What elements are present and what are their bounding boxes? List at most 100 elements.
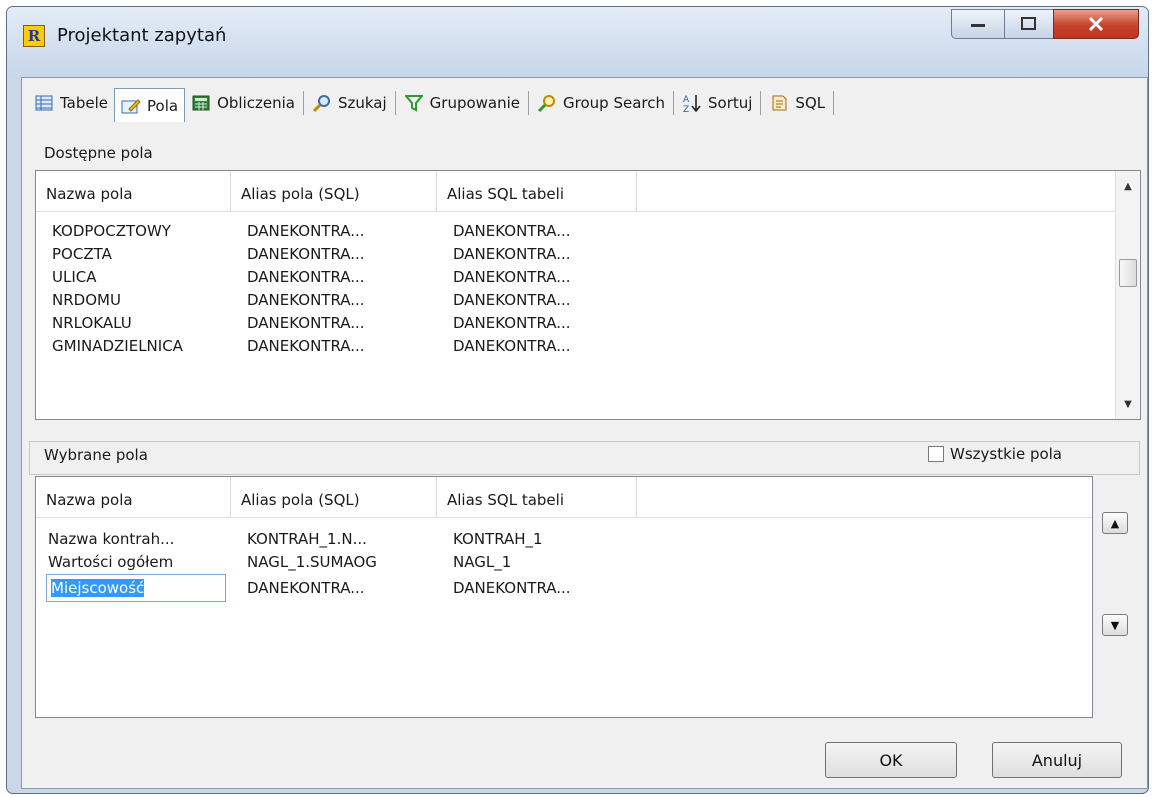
cell-table-alias: DANEKONTRA... xyxy=(453,244,571,263)
selected-fields-label: Wybrane pola xyxy=(44,446,148,464)
magnifier-icon xyxy=(312,94,332,112)
title-bar[interactable]: R Projektant zapytań xyxy=(7,7,1148,77)
tab-tabele[interactable]: Tabele xyxy=(28,88,114,118)
table-row-editing[interactable]: Miejscowość DANEKONTRA... DANEKONTRA... xyxy=(36,573,1092,603)
grid-header: Nazwa pola Alias pola (SQL) Alias SQL ta… xyxy=(36,171,1140,212)
arrow-up-icon: ▲ xyxy=(1110,516,1120,530)
cell-table-alias: DANEKONTRA... xyxy=(453,579,571,597)
field-name-edit-input[interactable]: Miejscowość xyxy=(46,574,226,602)
close-icon xyxy=(1088,16,1104,32)
move-down-button[interactable]: ▼ xyxy=(1102,614,1128,636)
toolbar-separator xyxy=(760,91,762,115)
column-header-field-name[interactable]: Nazwa pola xyxy=(36,477,231,517)
column-header-table-alias[interactable]: Alias SQL tabeli xyxy=(437,171,637,211)
table-row[interactable]: NRDOMU DANEKONTRA... DANEKONTRA... xyxy=(36,288,1140,311)
svg-text:Z: Z xyxy=(683,105,689,113)
table-row[interactable]: GMINADZIELNICA DANEKONTRA... DANEKONTRA... xyxy=(36,334,1140,357)
toolbar-separator xyxy=(302,91,304,115)
table-row[interactable]: POCZTA DANEKONTRA... DANEKONTRA... xyxy=(36,242,1140,265)
window-title: Projektant zapytań xyxy=(57,25,227,46)
cell-table-alias: DANEKONTRA... xyxy=(453,290,571,309)
tab-label: SQL xyxy=(795,94,826,112)
edit-selected-text: Miejscowość xyxy=(51,579,145,597)
cell-field-alias: DANEKONTRA... xyxy=(247,579,365,597)
table-row[interactable]: KODPOCZTOWY DANEKONTRA... DANEKONTRA... xyxy=(36,219,1140,242)
group-search-icon xyxy=(537,94,557,112)
sql-script-icon xyxy=(769,94,789,112)
app-icon: R xyxy=(23,25,45,47)
cell-table-alias: KONTRAH_1 xyxy=(453,529,543,548)
column-header-field-name[interactable]: Nazwa pola xyxy=(36,171,231,211)
scroll-down-arrow-icon[interactable]: ▼ xyxy=(1116,393,1140,415)
vertical-scrollbar[interactable]: ▲ ▼ xyxy=(1115,171,1140,419)
tab-label: Group Search xyxy=(563,94,665,112)
move-up-button[interactable]: ▲ xyxy=(1102,512,1128,534)
table-icon xyxy=(34,94,54,112)
cell-field-alias: DANEKONTRA... xyxy=(247,244,365,263)
cell-field-name: GMINADZIELNICA xyxy=(52,336,183,355)
cell-field-name: NRLOKALU xyxy=(52,313,132,332)
fields-edit-icon xyxy=(121,97,141,115)
tab-szukaj[interactable]: Szukaj xyxy=(306,88,393,118)
table-row[interactable]: Wartości ogółem NAGL_1.SUMAOG NAGL_1 xyxy=(36,550,1092,573)
dialog-body: Tabele Pola Obliczenia Szukaj Grupowanie… xyxy=(21,77,1148,789)
grid-header: Nazwa pola Alias pola (SQL) Alias SQL ta… xyxy=(36,477,1092,518)
cell-table-alias: DANEKONTRA... xyxy=(453,221,571,240)
table-row[interactable]: ULICA DANEKONTRA... DANEKONTRA... xyxy=(36,265,1140,288)
toolbar-separator xyxy=(528,91,530,115)
cell-table-alias: NAGL_1 xyxy=(453,552,512,571)
table-row[interactable]: NRLOKALU DANEKONTRA... DANEKONTRA... xyxy=(36,311,1140,334)
available-fields-grid[interactable]: Nazwa pola Alias pola (SQL) Alias SQL ta… xyxy=(35,170,1141,420)
cancel-button[interactable]: Anuluj xyxy=(992,742,1122,778)
selected-fields-header: Wybrane pola Wszystkie pola xyxy=(29,441,1140,475)
column-header-field-alias[interactable]: Alias pola (SQL) xyxy=(231,171,437,211)
toolbar-separator xyxy=(673,91,674,115)
arrow-down-icon: ▼ xyxy=(1110,618,1120,632)
query-designer-window: R Projektant zapytań Tabele Pola Oblicze… xyxy=(6,6,1149,794)
tab-group-search[interactable]: Group Search xyxy=(531,88,671,118)
column-header-field-alias[interactable]: Alias pola (SQL) xyxy=(231,477,437,517)
cell-field-name: NRDOMU xyxy=(52,290,121,309)
toolbar-separator xyxy=(833,91,835,115)
svg-text:A: A xyxy=(683,95,690,105)
all-fields-label[interactable]: Wszystkie pola xyxy=(950,445,1062,463)
minimize-button[interactable] xyxy=(951,9,1005,39)
tab-sortuj[interactable]: AZ Sortuj xyxy=(676,88,758,118)
scroll-thumb[interactable] xyxy=(1119,259,1137,287)
cell-field-name: POCZTA xyxy=(52,244,112,263)
cell-table-alias: DANEKONTRA... xyxy=(453,313,571,332)
tab-sql[interactable]: SQL xyxy=(763,88,831,118)
minimize-icon xyxy=(971,24,985,27)
cell-field-alias: KONTRAH_1.N... xyxy=(247,529,367,548)
close-button[interactable] xyxy=(1053,9,1139,39)
cell-field-alias: DANEKONTRA... xyxy=(247,290,365,309)
cell-table-alias: DANEKONTRA... xyxy=(453,267,571,286)
ok-button[interactable]: OK xyxy=(825,742,957,778)
maximize-icon xyxy=(1021,17,1036,30)
table-row[interactable]: Nazwa kontrah... KONTRAH_1.N... KONTRAH_1 xyxy=(36,527,1092,550)
funnel-icon xyxy=(404,94,424,112)
tab-grupowanie[interactable]: Grupowanie xyxy=(398,88,526,118)
tab-label: Tabele xyxy=(60,94,109,112)
selected-fields-grid[interactable]: Nazwa pola Alias pola (SQL) Alias SQL ta… xyxy=(35,476,1093,718)
cell-field-name: Nazwa kontrah... xyxy=(48,529,175,548)
toolbar-separator xyxy=(394,91,396,115)
column-header-table-alias[interactable]: Alias SQL tabeli xyxy=(437,477,637,517)
all-fields-checkbox[interactable] xyxy=(928,446,944,462)
tab-pola[interactable]: Pola xyxy=(114,88,186,122)
tab-label: Sortuj xyxy=(708,94,753,112)
cell-table-alias: DANEKONTRA... xyxy=(453,336,571,355)
cell-field-alias: DANEKONTRA... xyxy=(247,267,365,286)
cell-field-alias: NAGL_1.SUMAOG xyxy=(247,552,377,571)
cell-field-alias: DANEKONTRA... xyxy=(247,313,365,332)
sort-az-icon: AZ xyxy=(682,94,702,113)
scroll-up-arrow-icon[interactable]: ▲ xyxy=(1116,175,1140,197)
calculator-icon xyxy=(191,94,211,112)
tab-obliczenia[interactable]: Obliczenia xyxy=(185,88,301,118)
cell-field-name: Wartości ogółem xyxy=(48,552,174,571)
cell-field-alias: DANEKONTRA... xyxy=(247,221,365,240)
tab-label: Grupowanie xyxy=(429,94,521,112)
cell-field-alias: DANEKONTRA... xyxy=(247,336,365,355)
maximize-button[interactable] xyxy=(1004,9,1054,39)
tab-label: Szukaj xyxy=(337,94,387,112)
